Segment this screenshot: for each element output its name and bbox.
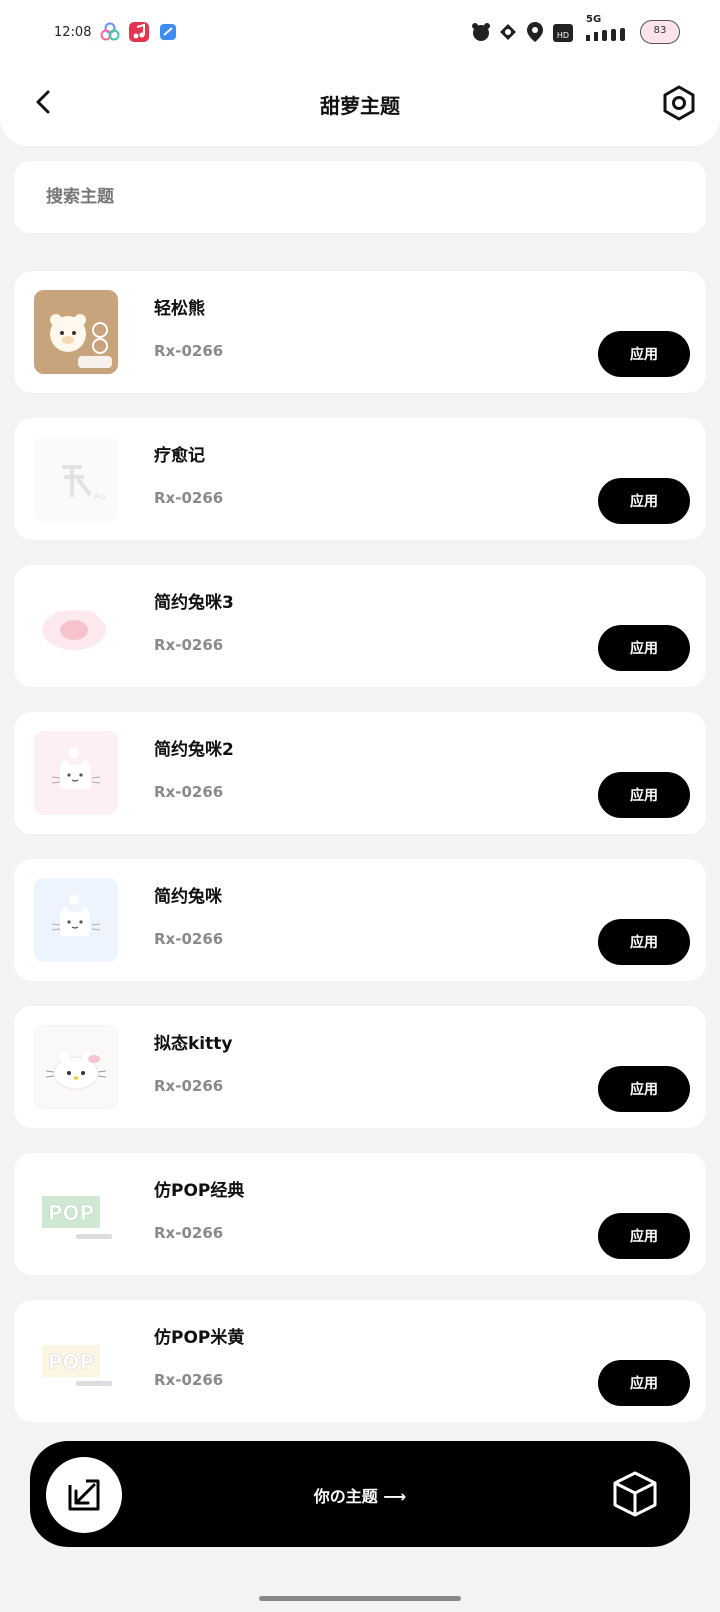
theme-thumbnail	[34, 731, 118, 815]
theme-code: Rx-0266	[154, 636, 224, 654]
apply-button[interactable]: 应用	[598, 772, 690, 818]
theme-name: 简约兔咪3	[154, 593, 234, 613]
page-title: 甜萝主题	[320, 94, 400, 118]
theme-thumbnail: POP	[34, 1319, 118, 1403]
theme-code: Rx-0266	[154, 1077, 224, 1095]
apply-button[interactable]: 应用	[598, 1360, 690, 1406]
apply-button[interactable]: 应用	[598, 919, 690, 965]
faded-theme-icon: Ao	[34, 437, 118, 521]
apply-button[interactable]: 应用	[598, 1066, 690, 1112]
apply-button[interactable]: 应用	[598, 1213, 690, 1259]
theme-code: Rx-0266	[154, 342, 224, 360]
battery-indicator: 83	[640, 20, 680, 44]
notification-icon	[472, 23, 490, 41]
apply-button[interactable]: 应用	[598, 478, 690, 524]
theme-name: 仿POP米黄	[154, 1328, 245, 1348]
pink-cat-icon	[34, 731, 118, 815]
hd-icon: HD	[553, 24, 573, 42]
theme-thumbnail	[34, 1025, 118, 1109]
svg-text:Ao: Ao	[94, 492, 106, 502]
status-time: 12:08	[54, 25, 92, 40]
theme-card[interactable]: 拟态kitty Rx-0266 应用	[14, 1006, 706, 1128]
theme-name: 拟态kitty	[154, 1034, 233, 1054]
search-input[interactable]	[46, 183, 646, 211]
top-header: 甜萝主题	[0, 64, 720, 146]
blue-cat-icon	[34, 878, 118, 962]
cube-button[interactable]	[610, 1469, 660, 1519]
theme-code: Rx-0266	[154, 1224, 224, 1242]
theme-name: 轻松熊	[154, 299, 205, 319]
home-indicator[interactable]	[259, 1596, 461, 1601]
theme-name: 疗愈记	[154, 446, 205, 466]
theme-code: Rx-0266	[154, 783, 224, 801]
bear-icon	[34, 290, 118, 374]
theme-thumbnail: Ao	[34, 437, 118, 521]
theme-code: Rx-0266	[154, 1371, 224, 1389]
status-bar: 12:08 HD 5G 83	[0, 0, 720, 64]
network-type: 5G	[586, 14, 602, 25]
theme-thumbnail	[34, 878, 118, 962]
settings-button[interactable]	[660, 84, 698, 122]
theme-name: 仿POP经典	[154, 1181, 245, 1201]
svg-text:HD: HD	[557, 31, 569, 40]
cube-icon	[613, 1471, 657, 1517]
pop-logo-icon: POP	[42, 1345, 112, 1386]
hexagon-gear-icon	[663, 85, 695, 121]
music-app-icon	[129, 22, 149, 42]
signal-icon	[586, 28, 625, 41]
theme-code: Rx-0266	[154, 489, 224, 507]
theme-name: 简约兔咪2	[154, 740, 234, 760]
theme-card[interactable]: Ao 疗愈记 Rx-0266 应用	[14, 418, 706, 540]
svg-text:POP: POP	[48, 1201, 94, 1225]
apply-button[interactable]: 应用	[598, 331, 690, 377]
alarm-icon	[500, 24, 516, 40]
theme-thumbnail	[34, 290, 118, 374]
theme-card[interactable]: 简约兔咪 Rx-0266 应用	[14, 859, 706, 981]
your-themes-link[interactable]: 你の主题 ⟶	[30, 1483, 690, 1507]
search-box	[14, 161, 706, 233]
theme-card[interactable]: 轻松熊 Rx-0266 应用	[14, 271, 706, 393]
apply-button[interactable]: 应用	[598, 625, 690, 671]
theme-card[interactable]: 简约兔咪3 Rx-0266 应用	[14, 565, 706, 687]
app-notification-icon	[100, 22, 120, 42]
theme-card[interactable]: POP 仿POP米黄 Rx-0266 应用	[14, 1300, 706, 1422]
location-icon	[527, 22, 543, 42]
app-notification-icon	[158, 22, 178, 42]
theme-card[interactable]: POP 仿POP经典 Rx-0266 应用	[14, 1153, 706, 1275]
theme-thumbnail: POP	[34, 1172, 118, 1256]
bottom-bar: 你の主题 ⟶	[30, 1441, 690, 1547]
pop-logo-icon: POP	[42, 1196, 112, 1239]
svg-text:POP: POP	[48, 1350, 94, 1374]
theme-thumbnail	[34, 584, 118, 668]
kitty-icon	[34, 1025, 118, 1109]
pink-bunny-icon	[42, 610, 106, 650]
theme-code: Rx-0266	[154, 930, 224, 948]
theme-card[interactable]: 简约兔咪2 Rx-0266 应用	[14, 712, 706, 834]
theme-name: 简约兔咪	[154, 887, 222, 907]
